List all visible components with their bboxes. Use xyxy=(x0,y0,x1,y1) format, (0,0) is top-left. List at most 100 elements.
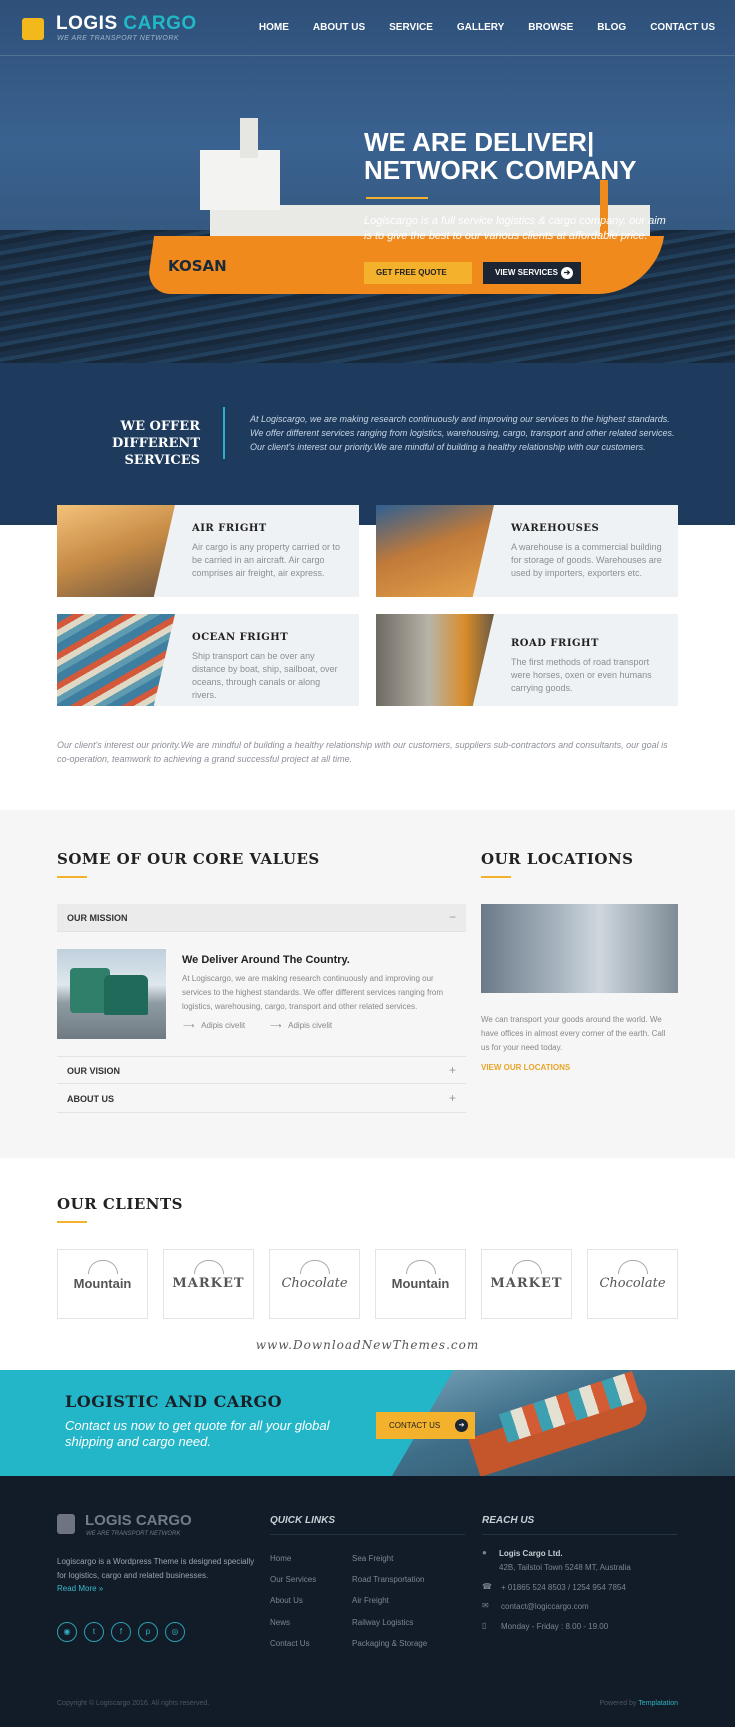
ship-bridge xyxy=(200,150,280,210)
footer-link[interactable]: News xyxy=(270,1618,290,1627)
logo-arc xyxy=(88,1260,118,1274)
client-logo[interactable]: Mountain xyxy=(57,1249,148,1319)
offer-text: At Logiscargo, we are making research co… xyxy=(250,414,675,452)
arrow-right-icon: ➔ xyxy=(455,1419,468,1432)
offer-title-line2: DIFFERENT SERVICES xyxy=(112,436,200,468)
footer-link[interactable]: Air Freight xyxy=(352,1596,389,1605)
view-services-button[interactable]: VIEW SERVICES ➔ xyxy=(483,262,581,284)
logo-name[interactable]: LOGIS CARGO xyxy=(56,13,197,35)
client-logo[interactable]: MARKET xyxy=(481,1249,572,1319)
contact-us-button[interactable]: CONTACT US ➔ xyxy=(376,1412,475,1439)
footer-logo-tagline: WE ARE TRANSPORT NETWORK xyxy=(86,1531,181,1537)
powered-by: Powered by Templatation xyxy=(600,1700,679,1707)
top-navigation-bar: LOGIS CARGO WE ARE TRANSPORT NETWORK HOM… xyxy=(0,0,735,56)
accordion-label: ABOUT US xyxy=(67,1094,114,1104)
page: KOSAN LOGIS CARGO WE ARE TRANSPORT NETWO… xyxy=(0,0,735,1727)
footer-logo-text-2: CARGO xyxy=(135,1512,192,1529)
phone-icon: ☎ xyxy=(482,1582,492,1591)
service-card-air[interactable]: AIR FRIGHT Air cargo is any property car… xyxy=(57,505,359,597)
powered-by-prefix: Powered by xyxy=(599,1700,637,1707)
nav-contact-us[interactable]: CONTACT US xyxy=(650,22,715,33)
client-logo[interactable]: Mountain xyxy=(375,1249,466,1319)
service-card-warehouses[interactable]: WAREHOUSES A warehouse is a commercial b… xyxy=(376,505,678,597)
cta-title: LOGISTIC AND CARGO xyxy=(65,1392,283,1411)
service-title: ROAD FRIGHT xyxy=(511,638,599,649)
instagram-icon[interactable]: ◎ xyxy=(165,1622,185,1642)
title-underline xyxy=(57,876,87,878)
accordion-about-us[interactable]: ABOUT US + xyxy=(57,1085,466,1113)
client-logo-text: MARKET xyxy=(172,1276,245,1291)
client-logo-text: MARKET xyxy=(490,1276,563,1291)
hero-text: Logiscargo is a full service logistics &… xyxy=(364,215,666,242)
templatation-link[interactable]: Templatation xyxy=(638,1700,678,1707)
nav-home[interactable]: HOME xyxy=(259,22,289,33)
accordion-our-mission[interactable]: OUR MISSION − xyxy=(57,904,466,932)
footer-about: Logiscargo is a Wordpress Theme is desig… xyxy=(57,1557,255,1580)
mission-text: At Logiscargo, we are making research co… xyxy=(182,974,444,1011)
service-title: OCEAN FRIGHT xyxy=(192,632,289,643)
footer-link[interactable]: Railway Logistics xyxy=(352,1618,413,1627)
twitter-icon[interactable]: t xyxy=(84,1622,104,1642)
client-logo[interactable]: MARKET xyxy=(163,1249,254,1319)
nav-browse[interactable]: BROWSE xyxy=(528,22,573,33)
accordion-label: OUR MISSION xyxy=(67,913,128,923)
truck-logo-icon[interactable] xyxy=(22,18,44,40)
clock-icon: ▯ xyxy=(482,1621,487,1630)
footer-link[interactable]: Home xyxy=(270,1554,291,1563)
service-card-road[interactable]: ROAD FRIGHT The first methods of road tr… xyxy=(376,614,678,706)
read-more-link[interactable]: Read More » xyxy=(57,1584,103,1593)
footer-link[interactable]: Contact Us xyxy=(270,1639,310,1648)
rss-icon[interactable]: ◉ xyxy=(57,1622,77,1642)
watermark: www.DownloadNewThemes.com xyxy=(255,1338,480,1352)
locations-title: OUR LOCATIONS xyxy=(481,850,634,868)
footer-link[interactable]: Packaging & Storage xyxy=(352,1639,427,1648)
service-text: Air cargo is any property carried or to … xyxy=(192,542,341,578)
footer-link[interactable]: Road Transportation xyxy=(352,1575,425,1584)
nav-about-us[interactable]: ABOUT US xyxy=(313,22,365,33)
logo-arc xyxy=(406,1260,436,1274)
title-underline xyxy=(481,876,511,878)
bullet-text: Adipis civelit xyxy=(288,1021,333,1030)
collapse-icon: − xyxy=(448,910,456,924)
contact-us-label: CONTACT US xyxy=(389,1421,441,1430)
company-name: Logis Cargo Ltd. xyxy=(499,1549,563,1558)
service-text: A warehouse is a commercial building for… xyxy=(511,542,662,578)
hero-title: WE ARE DELIVER| NETWORK COMPANY xyxy=(364,128,704,184)
client-logo[interactable]: Chocolate xyxy=(587,1249,678,1319)
service-card-ocean[interactable]: OCEAN FRIGHT Ship transport can be over … xyxy=(57,614,359,706)
map-pin-icon: ● xyxy=(482,1548,487,1557)
client-logo-text: Mountain xyxy=(73,1276,132,1291)
main-nav: HOME ABOUT US SERVICE GALLERY BROWSE BLO… xyxy=(235,22,715,33)
company-email[interactable]: contact@logiccargo.com xyxy=(501,1602,589,1611)
hero-title-line2: NETWORK COMPANY xyxy=(364,155,637,185)
client-logo-text: Mountain xyxy=(391,1276,450,1291)
view-locations-link[interactable]: VIEW OUR LOCATIONS xyxy=(481,1063,570,1072)
hero-title-line1: WE ARE DELIVER| xyxy=(364,127,595,157)
locations-text: We can transport your goods around the w… xyxy=(481,1015,666,1052)
get-free-quote-button[interactable]: GET FREE QUOTE xyxy=(364,262,472,284)
hero-divider xyxy=(366,197,428,199)
pinterest-icon[interactable]: p xyxy=(138,1622,158,1642)
footer-link[interactable]: About Us xyxy=(270,1596,303,1605)
office-image xyxy=(481,904,678,993)
company-address: 42B, Tailstoi Town 5248 MT, Australia xyxy=(499,1563,631,1572)
logo-arc xyxy=(300,1260,330,1274)
footer-link[interactable]: Our Services xyxy=(270,1575,316,1584)
accordion-label: OUR VISION xyxy=(67,1066,121,1076)
logo-arc xyxy=(194,1260,224,1274)
client-logo[interactable]: Chocolate xyxy=(269,1249,360,1319)
airplane-icon xyxy=(57,505,175,597)
email-icon: ✉ xyxy=(482,1601,489,1610)
accordion-our-vision[interactable]: OUR VISION + xyxy=(57,1056,466,1084)
footer-link[interactable]: Sea Freight xyxy=(352,1554,393,1563)
truck-cab xyxy=(104,975,148,1015)
hero-banner: KOSAN LOGIS CARGO WE ARE TRANSPORT NETWO… xyxy=(0,0,735,363)
nav-service[interactable]: SERVICE xyxy=(389,22,433,33)
nav-blog[interactable]: BLOG xyxy=(597,22,626,33)
facebook-icon[interactable]: f xyxy=(111,1622,131,1642)
get-free-quote-label: GET FREE QUOTE xyxy=(376,268,447,277)
expand-icon: + xyxy=(448,1063,456,1077)
nav-gallery[interactable]: GALLERY xyxy=(457,22,504,33)
footer-logo-text-1: LOGIS xyxy=(85,1512,132,1529)
logo-text-1: LOGIS xyxy=(56,13,118,34)
